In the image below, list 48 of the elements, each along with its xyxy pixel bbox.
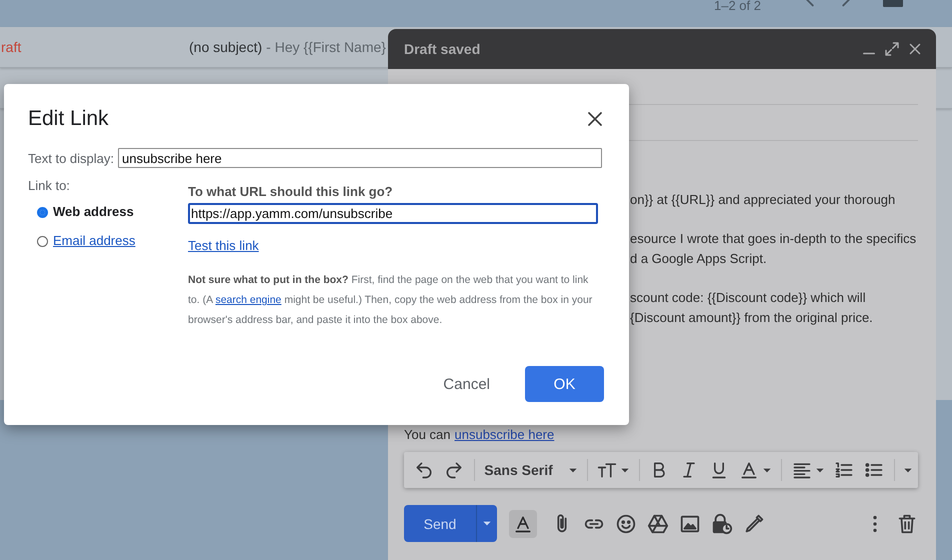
radio-button[interactable] [37, 236, 48, 246]
url-field[interactable]: https://app.yamm.com/unsubscribe [188, 203, 598, 224]
caret-icon[interactable] [763, 468, 772, 472]
dialog-title: Edit Link [28, 107, 109, 131]
radio-button[interactable] [37, 206, 48, 218]
body-text: {Discount amount}} from the original price. [630, 309, 874, 327]
redo-icon[interactable] [444, 460, 464, 480]
caret-icon [568, 468, 577, 472]
lock-clock-icon[interactable] [711, 512, 733, 534]
unsubscribe-link[interactable]: unsubscribe here [454, 425, 554, 445]
formatting-options-button[interactable] [509, 510, 537, 538]
send-options-button[interactable] [476, 505, 497, 542]
drive-icon[interactable] [647, 512, 669, 534]
test-link[interactable]: Test this link [188, 237, 259, 255]
compose-title: Draft saved [404, 41, 480, 57]
radio-label[interactable]: Web address [53, 203, 134, 221]
text-format-icon [513, 514, 533, 534]
ok-button[interactable]: OK [525, 366, 604, 402]
caret-icon[interactable] [621, 468, 630, 472]
help-text: Not sure what to put in the box? First, find the page on the web that you want to link to. (A search engine might be useful.) Then, copy the web address from the box in your browser's address bar, and paste it into the box above. [188, 273, 594, 328]
pen-icon[interactable] [743, 512, 765, 534]
font-dropdown[interactable]: Sans Serif [484, 462, 577, 478]
numbered-list-icon[interactable] [834, 460, 854, 480]
draft-label: raft [0, 39, 22, 55]
url-heading: To what URL should this link go? [188, 183, 394, 201]
bulleted-list-icon[interactable] [864, 460, 884, 480]
body-text: scount code: {{Discount code}} which will [630, 289, 867, 307]
email-subject: (no subject) [189, 39, 262, 55]
field-label: Text to display: [28, 150, 114, 166]
radio-label[interactable]: Email address [53, 232, 136, 250]
undo-icon[interactable] [414, 460, 434, 480]
search-engine-link[interactable]: search engine [215, 294, 282, 306]
text-to-display-field[interactable]: unsubscribe here [118, 148, 602, 168]
body-text: esource I wrote that goes in-depth to the specifics [630, 230, 918, 248]
caret-icon [483, 521, 491, 526]
caret-icon[interactable] [904, 468, 912, 472]
body-text: on}} at {{URL}} and appreciated your thorough [630, 191, 896, 209]
field-label: Link to: [28, 177, 71, 195]
body-text: You can [404, 426, 451, 444]
emoji-icon[interactable] [615, 512, 637, 534]
send-button[interactable]: Send [404, 505, 476, 542]
text-color-icon[interactable] [739, 460, 760, 480]
email-snippet: - Hey {{First Name} [266, 39, 386, 55]
trash-icon[interactable] [896, 512, 918, 534]
page-count: 1–2 of 2 [714, 0, 761, 13]
caret-icon[interactable] [816, 468, 824, 472]
expand-icon[interactable] [883, 40, 901, 58]
body-text: d a Google Apps Script. [630, 250, 768, 268]
